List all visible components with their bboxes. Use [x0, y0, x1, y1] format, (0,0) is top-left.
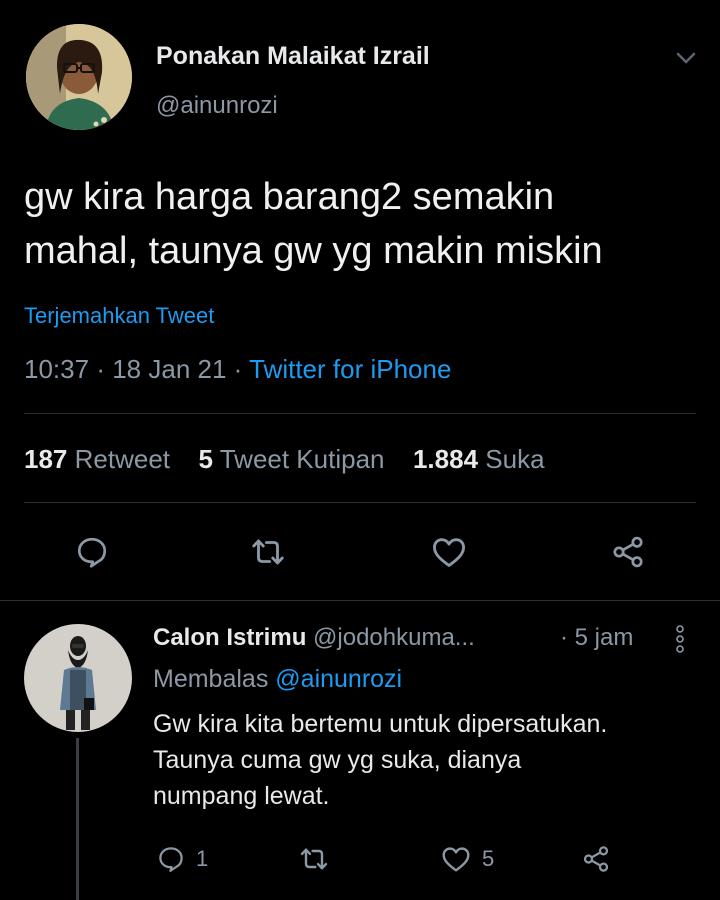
reply-share-button[interactable]	[578, 842, 614, 876]
replying-prefix: Membalas	[153, 665, 269, 693]
replying-to: Membalas @ainunrozi	[153, 665, 402, 694]
quotes-label: Tweet Kutipan	[219, 444, 385, 474]
reply-header: Calon Istrimu @jodohkuma...	[153, 624, 475, 652]
retweet-icon	[252, 539, 284, 565]
reply-author-name[interactable]: Calon Istrimu	[153, 624, 306, 651]
reply-like-button[interactable]: 5	[440, 842, 494, 876]
likes-count: 1.884	[412, 444, 479, 474]
tweet-source-link[interactable]: Twitter for iPhone	[249, 354, 451, 384]
thread-line	[76, 738, 79, 900]
share-button[interactable]	[606, 530, 650, 574]
tweet-date[interactable]: 18 Jan 21	[112, 354, 226, 384]
divider	[0, 600, 720, 601]
retweet-button[interactable]	[246, 530, 290, 574]
reply-count: 1	[196, 846, 209, 871]
reply-text-line: Taunya cuma gw yg suka, dianya	[153, 746, 522, 774]
reply-retweet-button[interactable]	[296, 842, 332, 876]
reply-time[interactable]: · 5 jam	[560, 624, 633, 652]
tweet-text: gw kira harga barang2 semakin mahal, tau…	[24, 170, 603, 278]
chevron-down-icon[interactable]	[672, 44, 700, 72]
retweets-count: 187	[24, 444, 68, 474]
separator: ·	[233, 354, 243, 384]
tweet-text-line: gw kira harga barang2 semakin	[24, 176, 555, 218]
quotes-stat[interactable]: 5 Tweet Kutipan	[198, 444, 391, 474]
author-avatar[interactable]	[26, 24, 132, 130]
retweets-stat[interactable]: 187 Retweet	[24, 444, 177, 474]
separator: ·	[96, 354, 105, 384]
quotes-count: 5	[198, 444, 213, 474]
author-name[interactable]: Ponakan Malaikat Izrail	[156, 42, 430, 71]
likes-label: Suka	[485, 444, 545, 474]
reply-author-avatar[interactable]	[24, 624, 132, 732]
likes-stat[interactable]: 1.884 Suka	[413, 444, 545, 474]
tweet-time[interactable]: 10:37	[24, 354, 89, 384]
more-vertical-icon[interactable]	[668, 622, 692, 656]
tweet-text-line: mahal, taunya gw yg makin miskin	[24, 230, 603, 272]
translate-tweet-link[interactable]: Terjemahkan Tweet	[24, 303, 214, 329]
divider	[24, 413, 696, 414]
heart-icon	[442, 847, 470, 872]
reply-reply-button[interactable]: 1	[156, 842, 208, 876]
tweet-stats: 187 Retweet 5 Tweet Kutipan 1.884 Suka	[24, 444, 545, 475]
tweet-meta: 10:37 · 18 Jan 21 · Twitter for iPhone	[24, 354, 451, 385]
reply-text-line: numpang lewat.	[153, 782, 330, 810]
divider	[24, 502, 696, 503]
replying-to-link[interactable]: @ainunrozi	[275, 665, 402, 693]
reply-text: Gw kira kita bertemu untuk dipersatukan.…	[153, 706, 607, 814]
like-count: 5	[482, 846, 495, 871]
reply-icon	[77, 537, 107, 568]
reply-text-line: Gw kira kita bertemu untuk dipersatukan.	[153, 710, 608, 738]
author-handle[interactable]: @ainunrozi	[156, 92, 278, 120]
like-button[interactable]	[427, 530, 471, 574]
reply-button[interactable]	[70, 530, 114, 574]
retweet-icon	[300, 848, 328, 870]
reply-author-handle[interactable]: @jodohkuma...	[313, 624, 475, 651]
heart-icon	[433, 538, 465, 567]
retweets-label: Retweet	[74, 444, 171, 474]
reply-icon	[159, 847, 183, 872]
share-icon	[613, 536, 643, 568]
share-icon	[583, 846, 609, 872]
